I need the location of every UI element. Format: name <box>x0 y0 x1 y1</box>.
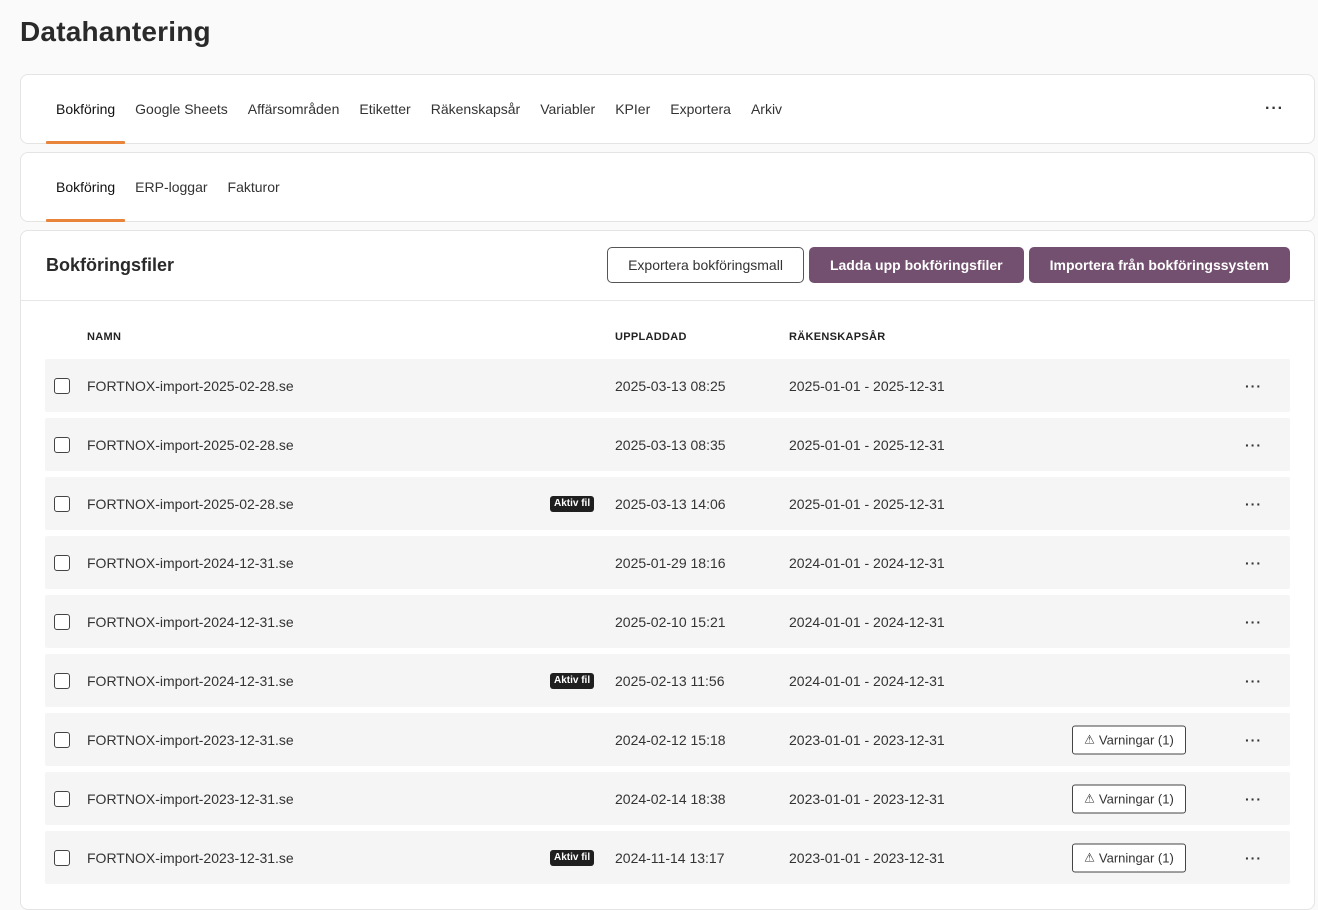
table-row[interactable]: FORTNOX-import-2025-02-28.se 2025-03-13 0… <box>45 359 1290 412</box>
warning-icon: ⚠ <box>1084 732 1095 747</box>
table-row[interactable]: FORTNOX-import-2023-12-31.se Aktiv fil 202… <box>45 831 1290 884</box>
uploaded-date: 2024-02-14 18:38 <box>615 790 726 807</box>
file-name: FORTNOX-import-2023-12-31.se <box>87 790 294 807</box>
fiscal-year: 2023-01-01 - 2023-12-31 <box>789 790 945 807</box>
sub-tab-0[interactable]: Bokföring <box>46 153 126 222</box>
column-header-uploaded: UPPLADDAD <box>615 331 687 343</box>
row-checkbox[interactable] <box>54 672 70 689</box>
row-checkbox[interactable] <box>54 495 70 512</box>
table-row[interactable]: FORTNOX-import-2025-02-28.se Aktiv fil 202… <box>45 477 1290 530</box>
row-more-button[interactable]: ··· <box>1245 851 1262 865</box>
row-checkbox[interactable] <box>54 436 70 453</box>
table-header: NAMN UPPLADDAD RÄKENSKAPSÅR <box>45 323 1290 353</box>
file-name: FORTNOX-import-2024-12-31.se <box>87 554 294 571</box>
uploaded-date: 2025-02-13 11:56 <box>615 672 725 689</box>
warnings-button[interactable]: ⚠ Varningar (1) <box>1072 843 1186 872</box>
uploaded-date: 2024-02-12 15:18 <box>615 731 726 748</box>
row-checkbox[interactable] <box>54 613 70 630</box>
row-more-button[interactable]: ··· <box>1245 615 1262 629</box>
sub-tabs-card: Bokföring ERP-loggar Fakturor <box>20 152 1315 222</box>
column-header-name: NAMN <box>87 331 122 343</box>
file-name: FORTNOX-import-2024-12-31.se <box>87 672 294 689</box>
fiscal-year: 2023-01-01 - 2023-12-31 <box>789 849 945 866</box>
table-row[interactable]: FORTNOX-import-2024-12-31.se Aktiv fil 202… <box>45 654 1290 707</box>
main-tab-2[interactable]: Affärsområden <box>238 75 350 143</box>
warnings-button[interactable]: ⚠ Varningar (1) <box>1072 784 1186 813</box>
more-options-button[interactable]: ··· <box>1265 101 1284 117</box>
table-row[interactable]: FORTNOX-import-2024-12-31.se 2025-01-29 1… <box>45 536 1290 589</box>
main-tab-7[interactable]: Exportera <box>660 75 741 143</box>
active-file-badge: Aktiv fil <box>550 849 595 866</box>
active-file-badge: Aktiv fil <box>550 495 595 512</box>
fiscal-year: 2025-01-01 - 2025-12-31 <box>789 377 945 394</box>
sub-tab-2[interactable]: Fakturor <box>218 153 290 221</box>
file-name: FORTNOX-import-2023-12-31.se <box>87 849 294 866</box>
warning-icon: ⚠ <box>1084 850 1095 865</box>
fiscal-year: 2025-01-01 - 2025-12-31 <box>789 495 945 512</box>
main-tab-5[interactable]: Variabler <box>530 75 605 143</box>
file-actions: Exportera bokföringsmall Ladda upp bokfö… <box>607 247 1290 283</box>
fiscal-year: 2024-01-01 - 2024-12-31 <box>789 554 945 571</box>
table-row[interactable]: FORTNOX-import-2023-12-31.se 2024-02-12 1… <box>45 713 1290 766</box>
warnings-label: Varningar (1) <box>1098 850 1174 865</box>
file-name: FORTNOX-import-2025-02-28.se <box>87 436 294 453</box>
main-tab-4[interactable]: Räkenskapsår <box>421 75 531 143</box>
main-tabs: Bokföring Google Sheets Affärsområden Etike… <box>46 75 792 144</box>
warnings-label: Varningar (1) <box>1098 732 1174 747</box>
column-header-fiscal-year: RÄKENSKAPSÅR <box>789 331 886 343</box>
import-from-system-button[interactable]: Importera från bokföringssystem <box>1028 247 1290 283</box>
row-more-button[interactable]: ··· <box>1245 379 1262 393</box>
uploaded-date: 2024-11-14 13:17 <box>615 849 725 866</box>
main-tab-8[interactable]: Arkiv <box>741 75 792 143</box>
table-row[interactable]: FORTNOX-import-2023-12-31.se 2024-02-14 1… <box>45 772 1290 825</box>
file-name: FORTNOX-import-2024-12-31.se <box>87 613 294 630</box>
main-tab-3[interactable]: Etiketter <box>349 75 420 143</box>
active-file-badge: Aktiv fil <box>550 672 595 689</box>
fiscal-year: 2023-01-01 - 2023-12-31 <box>789 731 945 748</box>
table-body: FORTNOX-import-2025-02-28.se 2025-03-13 0… <box>45 359 1290 884</box>
files-table: NAMN UPPLADDAD RÄKENSKAPSÅR FORTNOX-impo… <box>45 323 1290 884</box>
row-checkbox[interactable] <box>54 731 70 748</box>
row-more-button[interactable]: ··· <box>1245 733 1262 747</box>
row-checkbox[interactable] <box>54 554 70 571</box>
row-checkbox[interactable] <box>54 377 70 394</box>
uploaded-date: 2025-03-13 08:25 <box>615 377 726 394</box>
export-template-button[interactable]: Exportera bokföringsmall <box>607 247 804 283</box>
page-title: Datahantering <box>20 16 211 47</box>
uploaded-date: 2025-02-10 15:21 <box>615 613 726 630</box>
warnings-button[interactable]: ⚠ Varningar (1) <box>1072 725 1186 754</box>
table-row[interactable]: FORTNOX-import-2024-12-31.se 2025-02-10 1… <box>45 595 1290 648</box>
main-tab-1[interactable]: Google Sheets <box>125 75 238 143</box>
files-header: Bokföringsfiler Exportera bokföringsmall… <box>21 231 1314 301</box>
file-name: FORTNOX-import-2025-02-28.se <box>87 495 294 512</box>
upload-files-button[interactable]: Ladda upp bokföringsfiler <box>808 247 1024 283</box>
main-tab-6[interactable]: KPIer <box>605 75 660 143</box>
files-card: Bokföringsfiler Exportera bokföringsmall… <box>20 230 1315 910</box>
warnings-label: Varningar (1) <box>1098 791 1174 806</box>
sub-tabs: Bokföring ERP-loggar Fakturor <box>46 153 290 222</box>
row-more-button[interactable]: ··· <box>1245 556 1262 570</box>
row-more-button[interactable]: ··· <box>1245 438 1262 452</box>
sub-tab-1[interactable]: ERP-loggar <box>125 153 217 221</box>
uploaded-date: 2025-03-13 14:06 <box>615 495 726 512</box>
row-checkbox[interactable] <box>54 849 70 866</box>
row-more-button[interactable]: ··· <box>1245 792 1262 806</box>
fiscal-year: 2025-01-01 - 2025-12-31 <box>789 436 945 453</box>
fiscal-year: 2024-01-01 - 2024-12-31 <box>789 613 945 630</box>
row-checkbox[interactable] <box>54 790 70 807</box>
uploaded-date: 2025-01-29 18:16 <box>615 554 726 571</box>
table-row[interactable]: FORTNOX-import-2025-02-28.se 2025-03-13 0… <box>45 418 1290 471</box>
files-title: Bokföringsfiler <box>46 255 175 275</box>
row-more-button[interactable]: ··· <box>1245 674 1262 688</box>
file-name: FORTNOX-import-2023-12-31.se <box>87 731 294 748</box>
warning-icon: ⚠ <box>1084 791 1095 806</box>
fiscal-year: 2024-01-01 - 2024-12-31 <box>789 672 945 689</box>
main-tab-0[interactable]: Bokföring <box>46 75 126 144</box>
uploaded-date: 2025-03-13 08:35 <box>615 436 726 453</box>
file-name: FORTNOX-import-2025-02-28.se <box>87 377 294 394</box>
row-more-button[interactable]: ··· <box>1245 497 1262 511</box>
main-tabs-card: Bokföring Google Sheets Affärsområden Etike… <box>20 74 1315 144</box>
